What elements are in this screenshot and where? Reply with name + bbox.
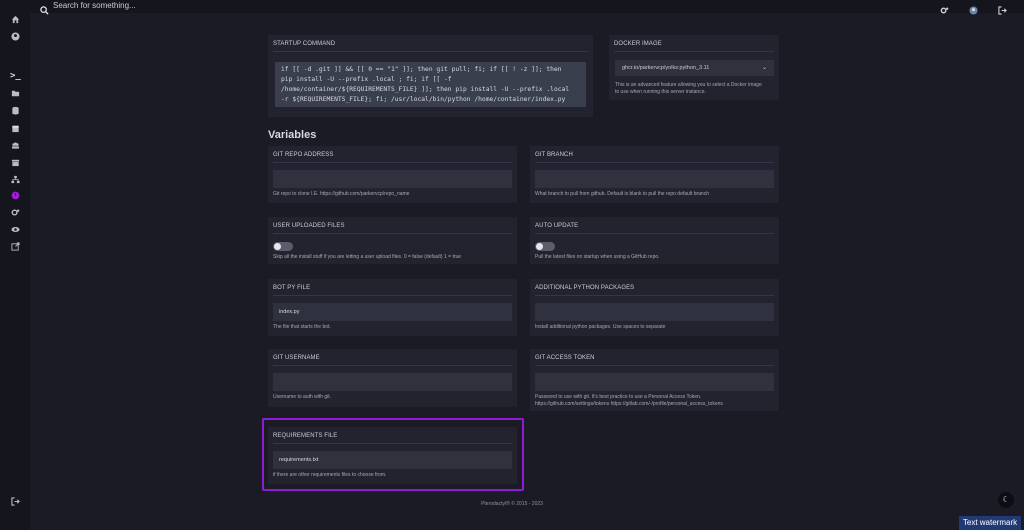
chevron-down-icon: ⌄ — [761, 65, 767, 71]
panel-title: STARTUP COMMAND — [273, 41, 336, 47]
panel-title: GIT USERNAME — [273, 355, 320, 361]
git-token-help: Password to use with git. It's best prac… — [535, 394, 779, 407]
activity-icon[interactable] — [10, 225, 20, 235]
archive-icon[interactable] — [10, 158, 20, 168]
git-username-help: Username to auth with git. — [273, 394, 332, 400]
command-line: -r ${REQUIREMENTS_FILE}; fi; /usr/local/… — [281, 96, 566, 103]
account-icon[interactable] — [10, 32, 20, 42]
command-line: pip install -U --prefix .local ; fi; if … — [281, 76, 452, 83]
docker-help-text: This is an advanced feature allowing you… — [615, 82, 780, 95]
help-line: This is an advanced feature allowing you… — [615, 82, 762, 88]
divider — [614, 51, 774, 52]
git-token-input[interactable] — [535, 373, 774, 391]
additional-packages-input[interactable] — [535, 303, 774, 321]
auto-update-help: Pull the latest files on startup when us… — [535, 254, 660, 260]
user-uploaded-help: Skip all the install stuff if you are le… — [273, 254, 462, 260]
startup-command-box: if [[ -d .git ]] && [[ 0 == "1" ]]; then… — [275, 62, 586, 107]
folder-icon[interactable] — [10, 89, 20, 99]
variables-heading: Variables — [268, 129, 317, 141]
divider — [535, 365, 774, 366]
bot-py-file-input[interactable]: index.py — [273, 303, 512, 321]
database-icon[interactable] — [10, 106, 20, 116]
help-line: to use when running this server instance… — [615, 88, 706, 95]
auto-update-toggle[interactable] — [535, 242, 555, 251]
panel-title: BOT PY FILE — [273, 285, 311, 291]
panel-title: ADDITIONAL PYTHON PACKAGES — [535, 285, 635, 291]
git-repo-help: Git repo to clone I.E. https://github.co… — [273, 191, 410, 197]
search-icon[interactable] — [40, 2, 49, 15]
users-icon[interactable] — [10, 141, 20, 151]
additional-packages-help: Install additional python packages. Use … — [535, 324, 666, 330]
console-icon[interactable]: >_ — [10, 71, 21, 81]
startup-icon[interactable] — [10, 191, 20, 201]
moon-icon[interactable]: ☾ — [998, 492, 1014, 508]
external-link-icon[interactable] — [10, 242, 20, 252]
help-line: https://github.com/settings/tokens https… — [535, 400, 723, 407]
home-icon[interactable] — [10, 15, 20, 25]
logout-icon[interactable] — [998, 2, 1008, 15]
git-branch-input[interactable] — [535, 170, 774, 188]
divider — [535, 295, 774, 296]
panel-title: GIT REPO ADDRESS — [273, 152, 334, 158]
divider — [273, 51, 588, 52]
command-line: /home/container/${REQUIREMENTS_FILE} ]];… — [281, 86, 570, 93]
calendar-icon[interactable] — [10, 124, 20, 134]
avatar-icon[interactable] — [969, 2, 979, 15]
docker-image-select[interactable]: ghcr.io/parkervcp/yolks:python_3.11 ⌄ — [615, 60, 774, 76]
highlight-box — [262, 418, 524, 491]
command-line: if [[ -d .git ]] && [[ 0 == "1" ]]; then… — [281, 66, 562, 73]
git-username-input[interactable] — [273, 373, 512, 391]
divider — [273, 295, 512, 296]
topbar: Search for something... — [30, 0, 1024, 15]
panel-title: GIT ACCESS TOKEN — [535, 355, 595, 361]
cogs-icon[interactable] — [940, 2, 950, 14]
panel-title: GIT BRANCH — [535, 152, 573, 158]
git-repo-input[interactable] — [273, 170, 512, 188]
sidebar: >_ — [0, 0, 30, 530]
divider — [535, 233, 774, 234]
divider — [535, 162, 774, 163]
search-input[interactable]: Search for something... — [53, 1, 136, 10]
divider — [273, 233, 512, 234]
git-branch-help: What branch to pull from github. Default… — [535, 191, 709, 197]
divider — [273, 162, 512, 163]
docker-image-value: ghcr.io/parkervcp/yolks:python_3.11 — [622, 65, 710, 71]
panel-title: AUTO UPDATE — [535, 223, 579, 229]
panel-title: USER UPLOADED FILES — [273, 223, 345, 229]
footer-copyright: Pterodactyl® © 2015 - 2023 — [481, 501, 543, 507]
divider — [273, 365, 512, 366]
network-icon[interactable] — [10, 175, 20, 185]
bot-py-file-help: The file that starts the bot. — [273, 324, 331, 330]
watermark-label: Text watermark — [959, 516, 1021, 530]
settings-icon[interactable] — [10, 208, 20, 218]
panel-title: DOCKER IMAGE — [614, 41, 662, 47]
user-uploaded-toggle[interactable] — [273, 242, 293, 251]
